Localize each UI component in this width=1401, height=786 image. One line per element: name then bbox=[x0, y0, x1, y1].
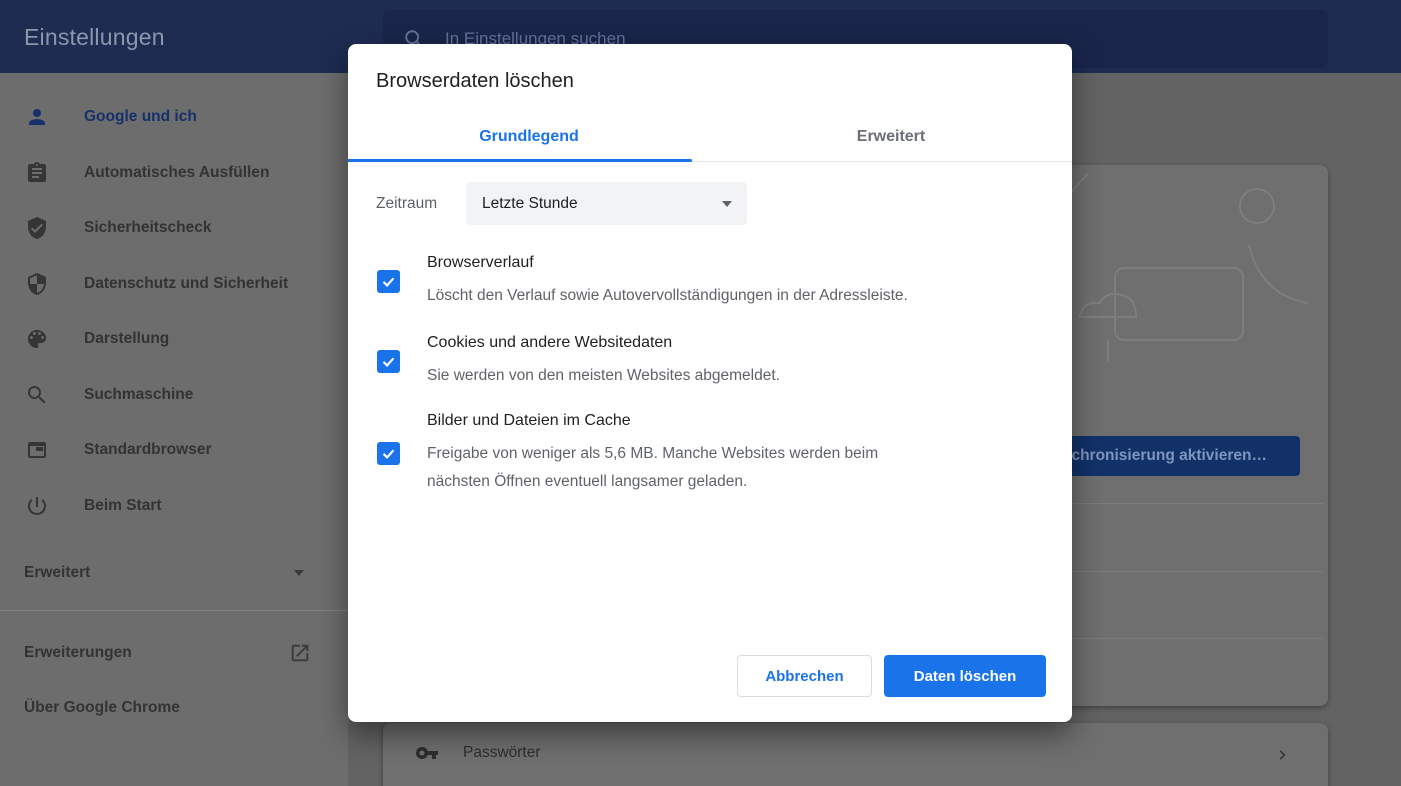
sidebar-item-about-chrome[interactable]: Über Google Chrome bbox=[0, 688, 348, 728]
tab-basic[interactable]: Grundlegend bbox=[348, 112, 710, 161]
sidebar-item-privacy-security[interactable]: Datenschutz und Sicherheit bbox=[0, 264, 348, 304]
browsing-history-checkbox[interactable] bbox=[377, 270, 400, 293]
external-link-icon bbox=[289, 642, 311, 664]
option-description: Sie werden von den meisten Websites abge… bbox=[427, 362, 780, 390]
dialog-tabs: Grundlegend Erweitert bbox=[348, 112, 1072, 162]
chevron-down-icon bbox=[294, 570, 304, 576]
browser-icon bbox=[25, 438, 49, 462]
shield-check-icon bbox=[25, 216, 49, 240]
time-range-label: Zeitraum bbox=[376, 195, 437, 213]
time-range-value: Letzte Stunde bbox=[482, 195, 578, 213]
power-icon bbox=[25, 494, 49, 518]
sidebar-item-on-startup[interactable]: Beim Start bbox=[0, 486, 348, 526]
passwords-row[interactable]: Passwörter bbox=[383, 723, 1328, 783]
settings-sidebar: Google und ich Automatisches Ausfüllen S… bbox=[0, 73, 348, 786]
clipboard-icon bbox=[25, 161, 49, 185]
option-description: Freigabe von weniger als 5,6 MB. Manche … bbox=[427, 440, 935, 496]
page-title: Einstellungen bbox=[24, 24, 165, 51]
dialog-title: Browserdaten löschen bbox=[376, 70, 574, 93]
palette-icon bbox=[25, 327, 49, 351]
sidebar-item-appearance[interactable]: Darstellung bbox=[0, 319, 348, 359]
chevron-right-icon bbox=[1274, 747, 1286, 759]
option-title: Browserverlauf bbox=[427, 252, 908, 274]
sidebar-item-safety-check[interactable]: Sicherheitscheck bbox=[0, 208, 348, 248]
sidebar-item-autofill[interactable]: Automatisches Ausfüllen bbox=[0, 153, 348, 193]
option-title: Cookies und andere Websitedaten bbox=[427, 332, 780, 354]
autofill-card: Passwörter bbox=[383, 723, 1328, 786]
passwords-label: Passwörter bbox=[463, 744, 541, 762]
active-tab-underline bbox=[348, 159, 692, 162]
cached-files-checkbox[interactable] bbox=[377, 442, 400, 465]
option-description: Löscht den Verlauf sowie Autovervollstän… bbox=[427, 282, 908, 310]
option-cookies: Cookies und andere Websitedaten Sie werd… bbox=[377, 332, 1037, 390]
sidebar-item-extensions[interactable]: Erweiterungen bbox=[0, 633, 348, 673]
dialog-actions: Abbrechen Daten löschen bbox=[737, 655, 1046, 697]
cookies-checkbox[interactable] bbox=[377, 350, 400, 373]
cancel-button[interactable]: Abbrechen bbox=[737, 655, 872, 697]
key-icon bbox=[415, 741, 439, 765]
sidebar-item-default-browser[interactable]: Standardbrowser bbox=[0, 430, 348, 470]
option-cached-files: Bilder und Dateien im Cache Freigabe von… bbox=[377, 410, 1037, 496]
clear-browsing-data-dialog: Browserdaten löschen Grundlegend Erweite… bbox=[348, 44, 1072, 722]
sidebar-item-search-engine[interactable]: Suchmaschine bbox=[0, 375, 348, 415]
sidebar-item-advanced[interactable]: Erweitert bbox=[0, 553, 348, 593]
sidebar-item-google-und-ich[interactable]: Google und ich bbox=[0, 97, 348, 137]
person-icon bbox=[25, 105, 49, 129]
shield-icon bbox=[25, 272, 49, 296]
chevron-down-icon bbox=[722, 201, 732, 207]
option-title: Bilder und Dateien im Cache bbox=[427, 410, 935, 432]
time-range-row: Zeitraum Letzte Stunde bbox=[376, 182, 437, 225]
tab-advanced[interactable]: Erweitert bbox=[710, 112, 1072, 161]
search-icon bbox=[25, 383, 49, 407]
sidebar-divider bbox=[0, 610, 348, 611]
clear-data-button[interactable]: Daten löschen bbox=[884, 655, 1046, 697]
option-browsing-history: Browserverlauf Löscht den Verlauf sowie … bbox=[377, 252, 1037, 310]
time-range-dropdown[interactable]: Letzte Stunde bbox=[466, 182, 747, 225]
